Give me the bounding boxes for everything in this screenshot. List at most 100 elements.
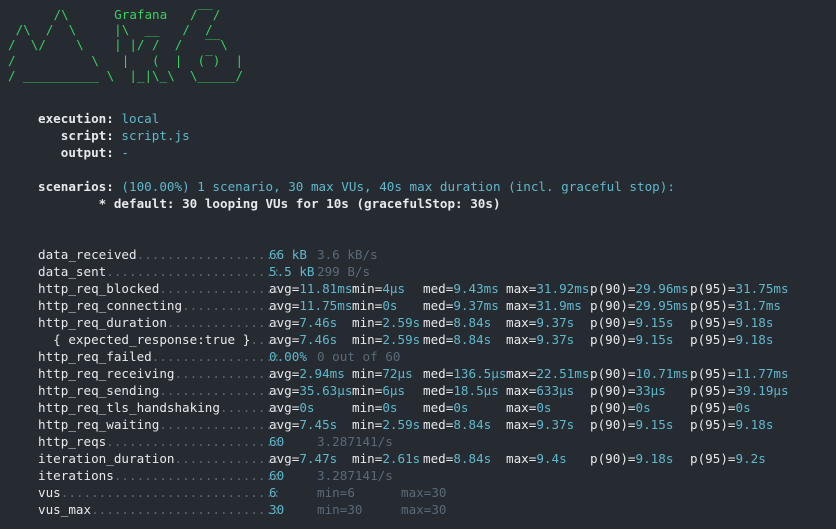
stat-p90-value: 29.96ms [635,281,689,296]
metric-name: { expected_response:true } [38,332,251,347]
metric-rate: 3.6 kB/s [317,247,378,262]
metric-label: http_req_waiting...............: [38,416,281,433]
stat-min-value: 72µs [382,366,413,381]
stat-med: med=8.84s [423,331,491,348]
stat-min: min=6µs [352,382,405,399]
stat-med-label: med= [423,366,454,381]
stat-p95-value: 9.18s [735,315,774,330]
stat-max: max=9.37s [506,314,574,331]
stat-avg: avg=35.63µs [269,382,352,399]
stat-max-label: max= [506,332,537,347]
stat-p90: p(90)=9.15s [590,416,673,433]
stat-max-label: max= [506,417,537,432]
stat-max-value: 9.37s [536,332,575,347]
stat-max: max=31.92ms [506,280,589,297]
metric-name: http_req_failed [38,349,152,364]
stat-med-value: 8.84s [453,315,492,330]
stat-max-value: 22.51ms [536,366,590,381]
stat-med-label: med= [423,298,454,313]
stat-max-value: 31.9ms [536,298,582,313]
stat-p90-label: p(90)= [590,383,636,398]
stat-med: med=9.43ms [423,280,499,297]
stat-p90: p(90)=9.18s [590,450,673,467]
stat-p95: p(95)=11.77ms [690,365,789,382]
stat-p90: p(90)=29.95ms [590,297,689,314]
output-value: - [121,145,130,160]
stat-med-value: 9.37ms [453,298,499,313]
stat-med-label: med= [423,315,454,330]
metric-name: http_req_duration [38,315,167,330]
stat-med-label: med= [423,332,454,347]
stat-avg: avg=7.45s [269,416,337,433]
metric-row: iterations.....................: 60 3.2871… [0,467,836,484]
stat-min-label: min= [352,332,383,347]
stat-p95-value: 0s [735,400,751,415]
metric-value: 60 [269,468,285,483]
stat-avg: avg=0s [269,399,315,416]
stat-med: med=8.84s [423,416,491,433]
stat-med-label: med= [423,281,454,296]
metric-label: data_received..................: [38,246,281,263]
stat-p90: p(90)=33µs [590,382,666,399]
stat-med-value: 8.84s [453,417,492,432]
metric-row: vus_max........................: 30 min=30… [0,501,836,518]
stat-min-label: min= [352,315,383,330]
stat-avg-label: avg= [269,400,300,415]
stat-max-value: 9.4s [536,451,567,466]
metric-rate: 0 out of 60 [317,349,401,364]
stat-min-value: 2.59s [382,315,421,330]
stat-avg-value: 7.46s [299,315,338,330]
metric-label: iteration_duration.............: [38,450,281,467]
metric-label: http_req_duration..............: [38,314,281,331]
stat-avg: avg=7.46s [269,331,337,348]
scenario-default: * default: 30 looping VUs for 10s (grace… [98,196,501,211]
stat-p90: p(90)=9.15s [590,331,673,348]
metric-rate: 3.287141/s [317,434,393,449]
stat-p90-value: 9.15s [635,315,674,330]
stat-avg: avg=11.75ms [269,297,352,314]
metric-name: vus [38,485,61,500]
metric-label: data_sent......................: [38,263,281,280]
script-value: script.js [121,128,190,143]
stat-min: min=2.61s [352,450,420,467]
metric-rate: 299 B/s [317,264,371,279]
stat-max-value: 9.37s [536,417,575,432]
stat-avg-value: 2.94ms [299,366,345,381]
execution-value: local [121,111,160,126]
stat-min-label: min= [352,281,383,296]
stat-p95-value: 39.19µs [735,383,789,398]
stat-min-label: min= [352,298,383,313]
stat-med: med=9.37ms [423,297,499,314]
stat-p90-value: 10.71ms [635,366,689,381]
stat-p95-label: p(95)= [690,332,736,347]
stat-p95: p(95)=9.18s [690,416,773,433]
stat-min-value: 0s [382,400,398,415]
stat-p90: p(90)=9.15s [590,314,673,331]
stat-max-label: max= [506,315,537,330]
stat-avg: avg=7.47s [269,450,337,467]
stat-p95-value: 31.7ms [735,298,782,313]
stat-min-label: min= [352,417,383,432]
stat-min: min=4µs [352,280,405,297]
metric-row: data_received..................: 66 kB 3.6… [0,246,836,263]
stat-avg: avg=11.81ms [269,280,352,297]
metric-label: http_req_failed................: [38,348,281,365]
stat-p90-value: 9.15s [635,417,674,432]
stat-med-value: 8.84s [453,332,492,347]
terminal-window: /\ Grafana /‾‾/ /\ / \ |\ __ / / / \/ \ … [0,0,836,529]
metric-value: 5.5 kB [269,264,315,279]
metric-label: iterations.....................: [38,467,281,484]
stat-p90-value: 9.18s [635,451,674,466]
stat-avg-label: avg= [269,366,300,381]
stat-med: med=0s [423,399,469,416]
stat-med-value: 0s [453,400,469,415]
stat-p95-value: 11.77ms [735,366,789,381]
stat-min: min=0s [352,399,398,416]
stat-med-value: 136.5µs [453,366,507,381]
metric-dots: ............................: [60,485,281,500]
stat-med: med=136.5µs [423,365,506,382]
stat-max-label: max= [506,451,537,466]
stat-min-value: 2.59s [382,417,421,432]
stat-min: min=2.59s [352,314,420,331]
stat-avg-value: 11.75ms [299,298,353,313]
